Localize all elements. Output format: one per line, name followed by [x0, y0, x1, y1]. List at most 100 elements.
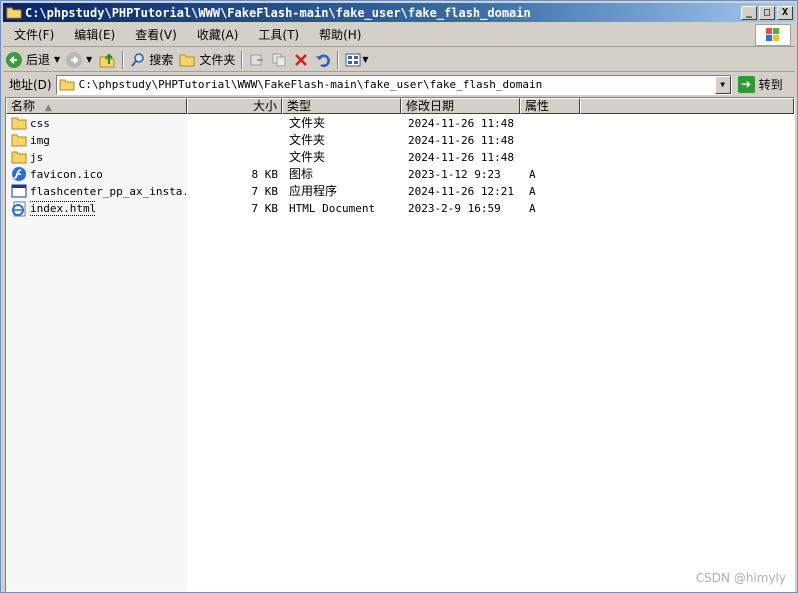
menu-favorites[interactable]: 收藏(A)	[186, 26, 248, 43]
file-type: 文件夹	[289, 116, 326, 130]
file-attributes	[529, 115, 569, 132]
address-dropdown-button[interactable]: ▼	[714, 75, 731, 94]
file-date: 2024-11-26 11:48	[408, 151, 514, 164]
column-header-size[interactable]: 大小	[187, 98, 282, 114]
menu-bar: 文件(F) 编辑(E) 查看(V) 收藏(A) 工具(T) 帮助(H)	[3, 23, 795, 47]
file-list[interactable]: 名称 ▲ 大小 类型 修改日期 属性 css 文件夹 2024-11-26 11…	[5, 97, 795, 592]
table-row[interactable]: img 文件夹 2024-11-26 11:48	[6, 132, 794, 149]
address-input[interactable]: C:\phpstudy\PHPTutorial\WWW\FakeFlash-ma…	[55, 74, 732, 95]
windows-logo-icon	[755, 24, 791, 46]
close-button[interactable]: X	[777, 5, 793, 20]
address-bar: 地址(D) C:\phpstudy\PHPTutorial\WWW\FakeFl…	[3, 73, 795, 96]
undo-icon	[316, 54, 331, 67]
file-name-focus: index.html	[30, 201, 97, 216]
file-attributes	[529, 149, 569, 166]
chevron-down-icon[interactable]: ▼	[54, 55, 60, 64]
address-label: 地址(D)	[9, 78, 52, 92]
toolbar-separator	[337, 50, 340, 69]
copy-to-button[interactable]	[268, 49, 290, 71]
file-size	[192, 132, 278, 149]
delete-button[interactable]	[290, 49, 312, 71]
folder-icon	[11, 150, 27, 164]
table-row[interactable]: flashcenter_pp_ax_insta... 7 KB 应用程序 202…	[6, 183, 794, 200]
file-type: 图标	[289, 167, 314, 181]
folder-icon	[59, 79, 75, 91]
folders-icon	[179, 54, 195, 66]
table-row[interactable]: favicon.ico 8 KB 图标 2023-1-12 9:23 A	[6, 166, 794, 183]
file-attributes: A	[529, 202, 536, 215]
views-button[interactable]: ▼	[342, 49, 371, 71]
views-icon	[345, 53, 361, 66]
file-size: 7 KB	[251, 185, 279, 198]
column-header-name[interactable]: 名称 ▲	[6, 98, 187, 114]
minimize-button[interactable]: _	[741, 5, 757, 20]
back-label: 后退	[26, 53, 51, 67]
undo-button[interactable]	[312, 49, 334, 71]
table-row[interactable]: css 文件夹 2024-11-26 11:48	[6, 115, 794, 132]
address-value: C:\phpstudy\PHPTutorial\WWW\FakeFlash-ma…	[78, 78, 543, 91]
toolbar-separator	[122, 50, 125, 69]
file-type: HTML Document	[289, 202, 376, 215]
delete-icon	[295, 53, 308, 66]
file-attributes: A	[529, 185, 536, 198]
search-icon	[131, 52, 145, 67]
column-header-date[interactable]: 修改日期	[401, 98, 520, 114]
file-attributes: A	[529, 168, 536, 181]
file-name: flashcenter_pp_ax_insta...	[30, 185, 186, 198]
file-type: 文件夹	[289, 150, 326, 164]
go-button[interactable]: ➜ 转到	[737, 76, 783, 93]
flash-icon	[11, 167, 27, 181]
file-date: 2023-1-12 9:23	[408, 168, 501, 181]
column-header-type[interactable]: 类型	[282, 98, 401, 114]
copy-to-icon	[272, 53, 286, 66]
chevron-down-icon[interactable]: ▼	[362, 55, 368, 64]
file-size: 7 KB	[251, 202, 279, 215]
menu-edit[interactable]: 编辑(E)	[63, 26, 124, 43]
toolbar: 后退 ▼ ▼ 搜索 文件夹 ▼	[3, 48, 795, 72]
file-date: 2024-11-26 11:48	[408, 134, 514, 147]
column-header-filler	[580, 98, 794, 114]
back-button[interactable]: 后退 ▼	[3, 49, 63, 71]
file-size: 8 KB	[251, 168, 279, 181]
ie-document-icon	[11, 201, 27, 217]
file-date: 2023-2-9 16:59	[408, 202, 501, 215]
up-folder-button[interactable]	[95, 49, 119, 71]
file-size	[192, 115, 278, 132]
file-date: 2024-11-26 11:48	[408, 117, 514, 130]
application-icon	[11, 184, 27, 198]
table-row[interactable]: index.html 7 KB HTML Document 2023-2-9 1…	[6, 200, 794, 217]
up-folder-icon	[99, 53, 115, 67]
column-header-attributes[interactable]: 属性	[520, 98, 580, 114]
title-bar[interactable]: C:\phpstudy\PHPTutorial\WWW\FakeFlash-ma…	[3, 3, 795, 22]
file-name: js	[30, 151, 44, 164]
folders-button[interactable]: 文件夹	[176, 49, 238, 71]
maximize-button[interactable]: □	[759, 5, 775, 20]
back-arrow-icon	[6, 51, 22, 68]
file-type: 文件夹	[289, 133, 326, 147]
column-name-label: 名称	[11, 99, 36, 113]
move-to-button[interactable]	[246, 49, 268, 71]
folders-label: 文件夹	[199, 53, 236, 67]
go-label: 转到	[758, 78, 783, 92]
folder-icon	[6, 6, 22, 19]
menu-view[interactable]: 查看(V)	[124, 26, 186, 43]
explorer-window: C:\phpstudy\PHPTutorial\WWW\FakeFlash-ma…	[0, 0, 798, 593]
move-to-icon	[250, 54, 264, 65]
window-title: C:\phpstudy\PHPTutorial\WWW\FakeFlash-ma…	[25, 5, 531, 20]
watermark: CSDN @himyly	[695, 571, 786, 585]
forward-button[interactable]: ▼	[63, 49, 95, 71]
chevron-down-icon[interactable]: ▼	[86, 55, 92, 64]
file-name: css	[30, 117, 50, 130]
folder-icon	[11, 133, 27, 147]
menu-help[interactable]: 帮助(H)	[308, 26, 370, 43]
file-name: index.html	[30, 200, 97, 217]
menu-tools[interactable]: 工具(T)	[247, 26, 308, 43]
file-name: favicon.ico	[30, 168, 103, 181]
file-date: 2024-11-26 12:21	[408, 185, 514, 198]
file-attributes	[529, 132, 569, 149]
menu-file[interactable]: 文件(F)	[3, 26, 63, 43]
go-arrow-icon: ➜	[737, 76, 755, 93]
search-button[interactable]: 搜索	[127, 49, 176, 71]
toolbar-separator	[241, 50, 244, 69]
table-row[interactable]: js 文件夹 2024-11-26 11:48	[6, 149, 794, 166]
